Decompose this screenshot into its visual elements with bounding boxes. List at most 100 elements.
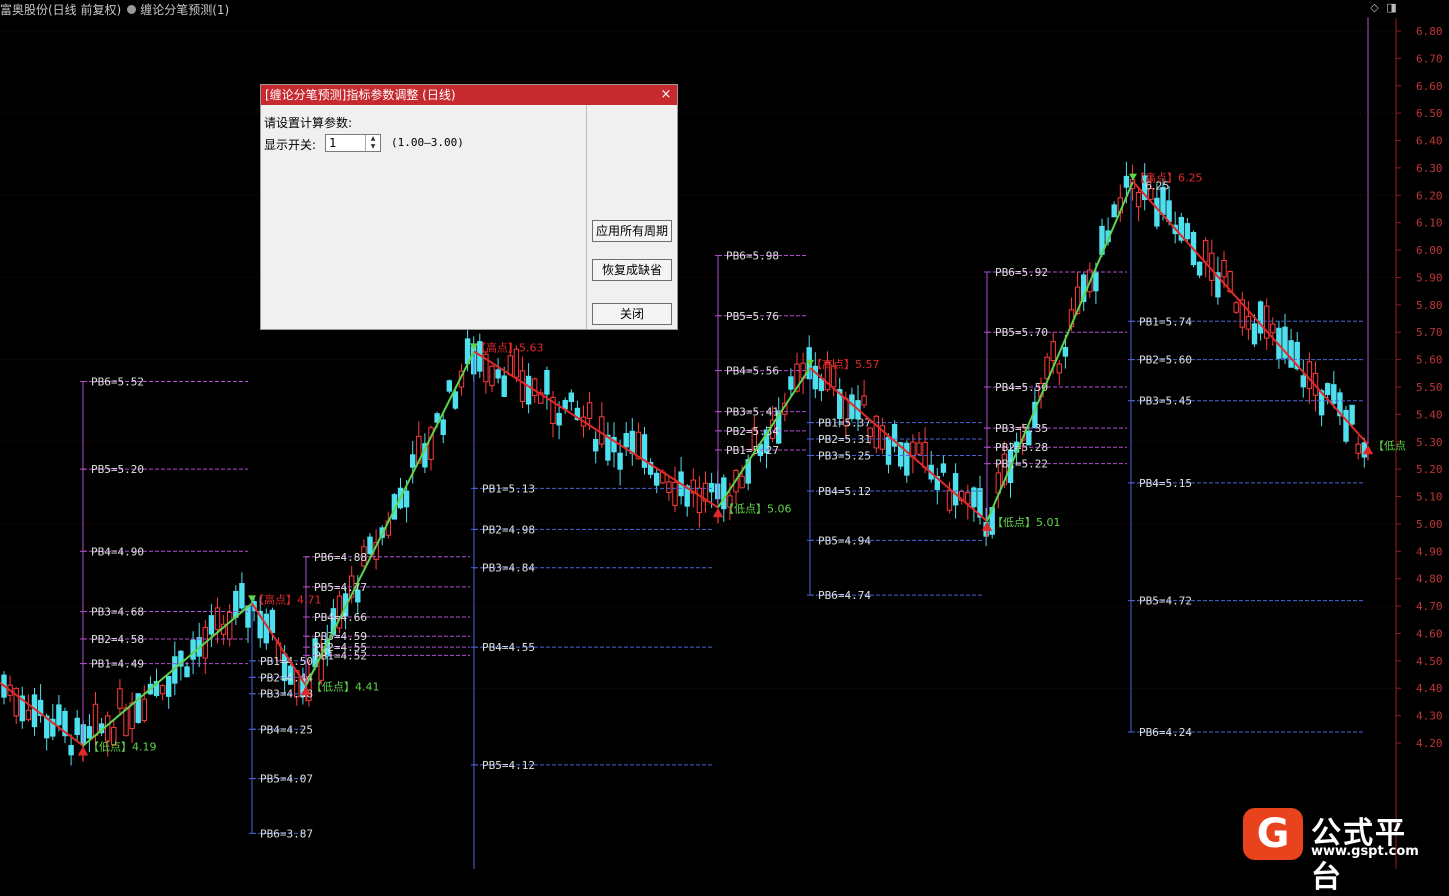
candle-body [672, 481, 678, 506]
price-axis-label: 5.60 [1416, 354, 1443, 367]
candle-body [1111, 204, 1117, 218]
pb-level-label: PB3=5.41 [726, 406, 779, 419]
candle-body [1154, 197, 1160, 227]
price-chart[interactable]: 6.80 6.70 6.60 6.50 6.40 6.30 6.20 6.10 6.00 5.90… [0, 0, 1449, 869]
pb-level-label: PB4=5.56 [726, 365, 779, 378]
price-axis-label: 4.20 [1416, 737, 1443, 750]
high-point-label: 【高点】4.71 [253, 592, 322, 606]
pb-level-label: PB6=4.74 [818, 589, 871, 602]
price-axis-label: 5.10 [1416, 491, 1443, 504]
candle-body [1288, 340, 1294, 368]
diamond-icon[interactable]: ◇ [1369, 2, 1380, 13]
price-axis-label: 5.90 [1416, 271, 1443, 284]
stock-title[interactable]: 富奥股份(日线 前复权) [0, 1, 121, 18]
candle-body [227, 611, 233, 640]
close-icon[interactable]: × [659, 85, 673, 105]
low-arrow-icon [77, 746, 89, 762]
candle-body [519, 370, 526, 402]
pb-level-label: PB4=5.50 [995, 381, 1048, 394]
stepper-up-icon[interactable]: ▲ [366, 135, 380, 143]
pb-level-label: PB3=5.25 [818, 449, 871, 462]
pb-level-label: PB5=5.20 [91, 463, 144, 476]
low-point-label: 【低点】5.01 [992, 516, 1061, 529]
price-axis-label: 4.50 [1416, 655, 1443, 668]
pb-level-label: PB2=4.58 [91, 633, 144, 646]
candle-body [666, 481, 672, 493]
watermark-url: www.gspt.com [1311, 844, 1419, 859]
candle-body [507, 355, 514, 376]
chart-toolbar: ◇ ◨ [1369, 2, 1397, 13]
candle-body [403, 490, 410, 508]
watermark: G 公式平台 www.gspt.com [1243, 806, 1433, 895]
stepper-down-icon[interactable]: ▼ [366, 143, 380, 151]
candle-body [269, 609, 276, 634]
pb-level-label: PB5=4.07 [260, 773, 313, 786]
price-axis-label: 6.70 [1416, 52, 1443, 65]
candle-body [861, 395, 867, 406]
display-switch-label: 显示开关: [264, 138, 317, 152]
candle-body [501, 375, 507, 397]
g-logo-icon: G [1256, 811, 1290, 857]
price-axis-label: 4.80 [1416, 573, 1443, 586]
candle-body [708, 482, 715, 493]
display-switch-input[interactable] [327, 135, 367, 151]
candle-body [141, 698, 148, 722]
candle-body [788, 376, 794, 390]
price-axis-label: 6.40 [1416, 135, 1443, 148]
pb-level-label: PB1=5.74 [1139, 315, 1192, 328]
display-switch-stepper[interactable]: ▲ ▼ [325, 134, 381, 152]
candle-body [1221, 260, 1227, 278]
pb-level-label: PB4=5.15 [1139, 477, 1192, 490]
indicator-title[interactable]: 缠论分笔预测(1) [140, 1, 229, 18]
apply-all-periods-button[interactable]: 应用所有周期 [592, 220, 672, 242]
dialog-title-bar[interactable]: [缠论分笔预测]指标参数调整 (日线) × [261, 85, 677, 105]
candle-body [1251, 323, 1258, 345]
close-button[interactable]: 关闭 [592, 303, 672, 325]
candle-body [56, 704, 62, 726]
range-hint: (1.00—3.00) [391, 136, 464, 149]
candle-body [940, 463, 947, 473]
price-axis-label: 5.00 [1416, 518, 1443, 531]
pb-level-label: PB4=4.90 [91, 545, 144, 558]
high-point-label: 【高点】5.63 [475, 340, 544, 354]
price-axis-label: 5.40 [1416, 408, 1443, 421]
candle-body [452, 391, 459, 409]
candle-body [617, 452, 623, 470]
candle-body [184, 666, 190, 678]
candle-body [568, 392, 574, 403]
candle-body [629, 430, 635, 454]
pb-level-label: PB6=4.88 [314, 551, 367, 564]
pb-level-label: PB5=4.12 [482, 759, 535, 772]
high-point-label: 【高点】5.57 [811, 357, 880, 371]
candle-body [1343, 409, 1349, 442]
pb-level-label: PB5=4.94 [818, 534, 871, 547]
price-axis-label: 4.40 [1416, 682, 1443, 695]
candle-body [599, 416, 605, 445]
pb-level-label: PB2=4.44 [260, 671, 313, 684]
candle-body [13, 687, 19, 717]
candle-body [525, 375, 532, 405]
restore-default-button[interactable]: 恢复成缺省 [592, 259, 672, 281]
candle-body [1257, 301, 1264, 334]
candle-body [1349, 404, 1355, 425]
candle-body [1245, 315, 1252, 330]
price-axis-label: 5.30 [1416, 436, 1443, 449]
pb-level-label: PB6=5.92 [995, 266, 1048, 279]
pb-level-label: PB5=4.72 [1139, 595, 1192, 608]
candle-body [68, 744, 74, 756]
zigzag-down-segment [0, 681, 84, 747]
candle-body [544, 370, 550, 395]
low-point-label: 【低点】5.06 [723, 502, 792, 515]
low-point-label: 【低点 [1373, 440, 1406, 453]
pb-level-label: PB4=4.25 [260, 723, 313, 736]
candle-body [593, 438, 599, 452]
candle-body [233, 590, 239, 618]
candle-body [1300, 375, 1306, 388]
price-note-label: 6.25 [1145, 180, 1170, 193]
price-axis-label: 6.30 [1416, 162, 1443, 175]
window-toggle-icon[interactable]: ◨ [1386, 2, 1397, 13]
price-axis-label: 4.70 [1416, 600, 1443, 613]
candle-body [696, 487, 703, 514]
pb-level-label: PB3=5.35 [995, 422, 1048, 435]
candle-body [25, 709, 32, 721]
